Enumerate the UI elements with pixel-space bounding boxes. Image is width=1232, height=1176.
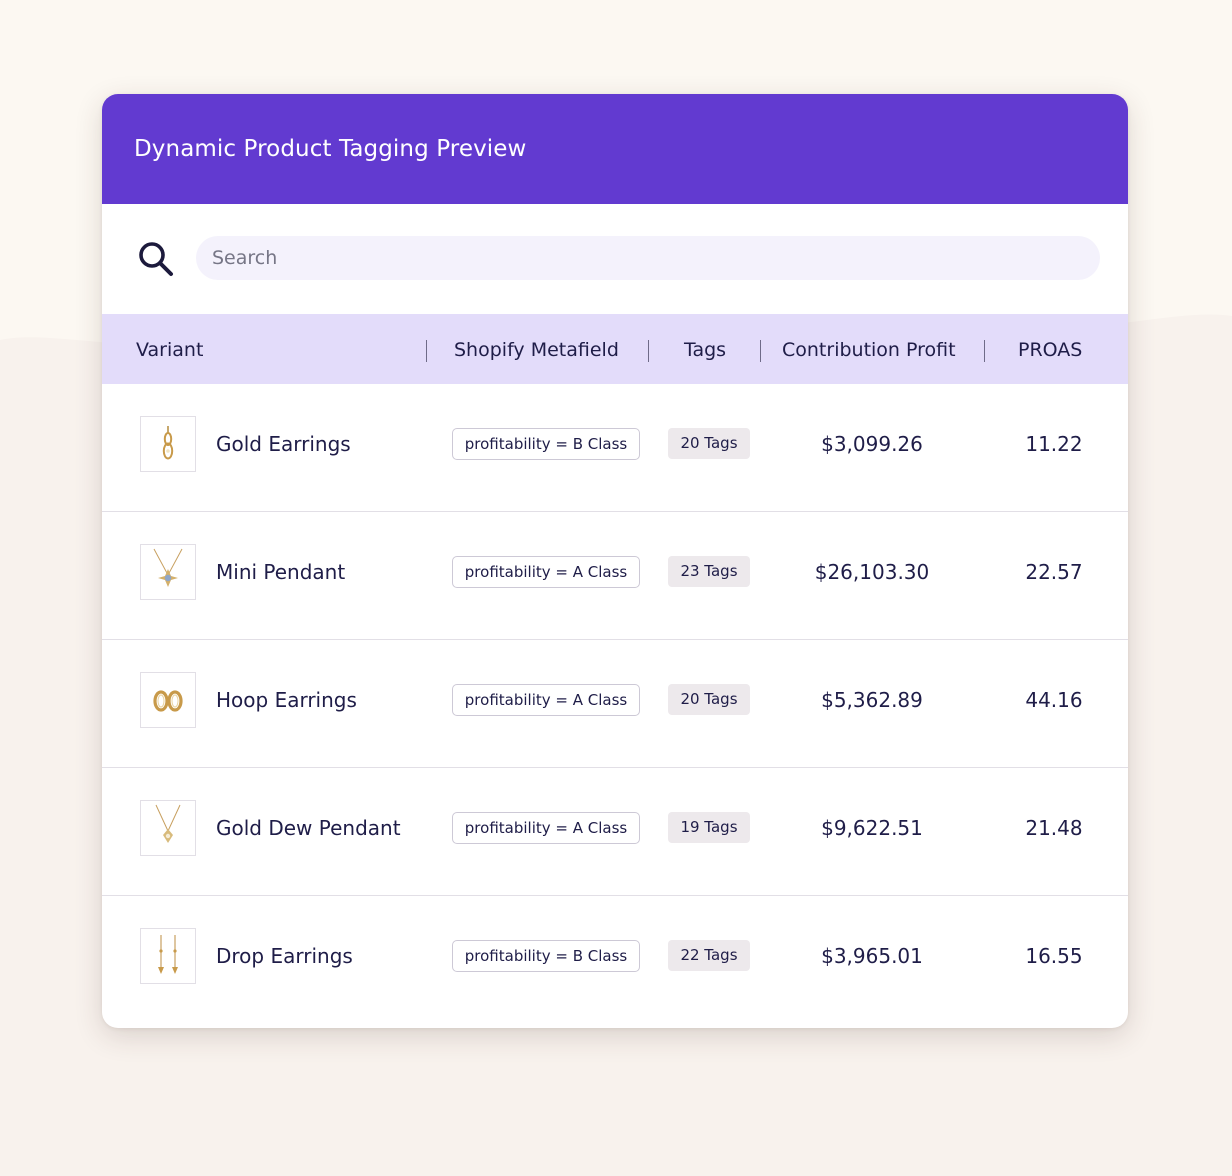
column-divider xyxy=(760,340,761,362)
proas-value: 44.16 xyxy=(1025,688,1083,712)
metafield-badge: profitability = A Class xyxy=(452,812,640,844)
hoop-earrings-thumbnail xyxy=(140,672,196,728)
column-header-variant[interactable]: Variant xyxy=(136,314,203,384)
proas-value: 21.48 xyxy=(1025,816,1083,840)
variant-name: Mini Pendant xyxy=(216,560,346,584)
metafield-badge: profitability = A Class xyxy=(452,556,640,588)
tags-count-badge[interactable]: 23 Tags xyxy=(668,556,750,587)
search-icon[interactable] xyxy=(136,239,176,279)
proas-value: 22.57 xyxy=(1025,560,1083,584)
tagging-preview-card: Dynamic Product Tagging Preview Variant … xyxy=(102,94,1128,1028)
gold-earrings-thumbnail xyxy=(140,416,196,472)
table-row[interactable]: Gold Earrings profitability = B Class 20… xyxy=(102,384,1128,512)
column-divider xyxy=(426,340,427,362)
drop-earrings-thumbnail xyxy=(140,928,196,984)
column-header-proas[interactable]: PROAS xyxy=(1018,314,1082,384)
column-header-tags[interactable]: Tags xyxy=(684,314,726,384)
contribution-profit-value: $3,099.26 xyxy=(821,432,923,456)
table-row[interactable]: Drop Earrings profitability = B Class 22… xyxy=(102,896,1128,1024)
tags-count-badge[interactable]: 20 Tags xyxy=(668,428,750,459)
card-title: Dynamic Product Tagging Preview xyxy=(134,136,527,162)
search-input[interactable] xyxy=(196,236,1100,280)
variant-name: Drop Earrings xyxy=(216,944,353,968)
mini-pendant-thumbnail xyxy=(140,544,196,600)
tags-count-badge[interactable]: 20 Tags xyxy=(668,684,750,715)
table-row[interactable]: Hoop Earrings profitability = A Class 20… xyxy=(102,640,1128,768)
search-bar xyxy=(102,204,1128,314)
variant-name: Gold Earrings xyxy=(216,432,351,456)
proas-value: 16.55 xyxy=(1025,944,1083,968)
metafield-badge: profitability = A Class xyxy=(452,684,640,716)
column-header-contribution-profit[interactable]: Contribution Profit xyxy=(782,314,956,384)
variant-name: Gold Dew Pendant xyxy=(216,816,401,840)
contribution-profit-value: $3,965.01 xyxy=(821,944,923,968)
metafield-badge: profitability = B Class xyxy=(452,428,640,460)
contribution-profit-value: $5,362.89 xyxy=(821,688,923,712)
table-row[interactable]: Gold Dew Pendant profitability = A Class… xyxy=(102,768,1128,896)
column-divider xyxy=(648,340,649,362)
gold-dew-pendant-thumbnail xyxy=(140,800,196,856)
metafield-badge: profitability = B Class xyxy=(452,940,640,972)
table-row[interactable]: Mini Pendant profitability = A Class 23 … xyxy=(102,512,1128,640)
table-body: Gold Earrings profitability = B Class 20… xyxy=(102,384,1128,1024)
card-header: Dynamic Product Tagging Preview xyxy=(102,94,1128,204)
tags-count-badge[interactable]: 22 Tags xyxy=(668,940,750,971)
column-divider xyxy=(984,340,985,362)
tags-count-badge[interactable]: 19 Tags xyxy=(668,812,750,843)
contribution-profit-value: $9,622.51 xyxy=(821,816,923,840)
contribution-profit-value: $26,103.30 xyxy=(814,560,930,584)
proas-value: 11.22 xyxy=(1025,432,1083,456)
table-header: Variant Shopify Metafield Tags Contribut… xyxy=(102,314,1128,384)
column-header-metafield[interactable]: Shopify Metafield xyxy=(454,314,619,384)
variant-name: Hoop Earrings xyxy=(216,688,357,712)
